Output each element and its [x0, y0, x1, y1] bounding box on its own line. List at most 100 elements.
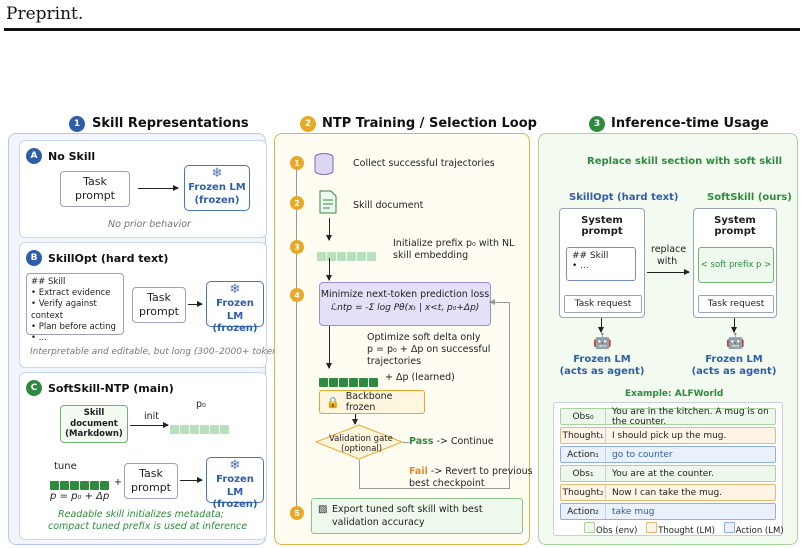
trajectory-panel: Obs₀ You are in the kitchen. A mug is on … [553, 402, 784, 536]
section-b-note: Interpretable and editable, but long (30… [30, 347, 287, 357]
arrow [325, 258, 333, 281]
step-2-text: Skill document [353, 200, 424, 211]
step-3-text-2: skill embedding [393, 250, 469, 261]
section-a-title: No Skill [48, 150, 96, 163]
frozen-lm-label: Frozen LM (acts as agent) [559, 354, 645, 377]
document-icon [319, 190, 337, 214]
database-icon [314, 153, 334, 175]
lock-icon: 🔒 [326, 395, 340, 409]
arrow [351, 414, 359, 425]
frozen-lm-label: Frozen LM (acts as agent) [691, 354, 777, 377]
arrow [325, 326, 333, 369]
arrow [130, 421, 169, 429]
task-request-box: Task request [564, 295, 642, 313]
skill-document-box: Skill document (Markdown) [60, 405, 128, 443]
panel2-title: NTP Training / Selection Loop [322, 116, 537, 131]
section-c-note-2: compact tuned prefix is used at inferenc… [48, 521, 248, 532]
learned-delta-label: + Δp (learned) [385, 372, 455, 383]
tune-label: tune [54, 461, 77, 472]
section-c-title: SoftSkill-NTP (main) [48, 382, 174, 395]
step-1-badge: 1 [290, 156, 304, 170]
save-icon: ▧ [318, 504, 328, 515]
trajectory-row: Thought₂ Now I can take the mug. [560, 484, 776, 501]
p0-label: p₀ [196, 399, 206, 410]
preprint-label: Preprint. [6, 4, 84, 24]
section-b-badge: B [26, 250, 42, 266]
arrow [647, 268, 690, 276]
fail-text: Fail -> Revert to previous [409, 466, 533, 477]
with-label: with [657, 256, 678, 267]
trajectory-legend: Obs (env) Thought (LM) Action (LM) [584, 522, 784, 536]
panel-skill-representations: A No Skill Task prompt ❄ Frozen LM (froze… [8, 133, 286, 545]
snowflake-icon: ❄ [211, 166, 223, 181]
skillopt-column-title: SkillOpt (hard text) [569, 192, 679, 203]
arrow [188, 300, 203, 308]
section-skillopt: B SkillOpt (hard text) ## Skill • Extrac… [19, 242, 286, 368]
opt-text-3: trajectories [367, 356, 422, 367]
step-2-badge: 2 [290, 196, 304, 210]
loop-line [509, 302, 511, 488]
init-label: init [144, 411, 160, 422]
loop-arrowhead [489, 299, 495, 305]
section-a-note: No prior behavior [108, 219, 191, 230]
arrow [325, 218, 333, 241]
panel-inference-usage: Replace skill section with soft skill Sk… [538, 133, 798, 545]
section-softskill-ntp: C SoftSkill-NTP (main) Skill document (Ma… [19, 372, 267, 540]
init-prefix-squares [317, 246, 377, 265]
tuned-prefix-squares [319, 372, 379, 391]
export-box: ▧ Export tuned soft skill with best vali… [311, 498, 523, 534]
gate-label-1: Validation gate [329, 434, 393, 444]
task-prompt-box: Task prompt [124, 463, 178, 499]
robot-icon: 🤖 [593, 332, 612, 350]
fail-line [359, 460, 361, 488]
opt-text-2: p = p₀ + Δp on successful [367, 344, 491, 355]
task-prompt-box: Task prompt [60, 171, 130, 207]
snowflake-icon: ❄ [229, 458, 241, 473]
panel1-title: Skill Representations [92, 116, 249, 131]
panel3-number: 3 [589, 116, 605, 132]
gate-label-2: (optional) [341, 444, 383, 454]
task-prompt-box: Task prompt [132, 287, 186, 323]
hard-skill-text-box: ## Skill • Extract evidence • Verify aga… [26, 273, 124, 343]
section-c-note-1: Readable skill initializes metadata; [58, 509, 224, 520]
arrow [597, 318, 605, 333]
panel3-subtitle: Replace skill section with soft skill [587, 156, 783, 167]
step-3-text-1: Initialize prefix p₀ with NL [393, 238, 515, 249]
pass-text: Pass -> Continue [409, 436, 494, 447]
example-label: Example: ALFWorld [625, 389, 724, 399]
robot-icon: 🤖 [726, 332, 745, 350]
snowflake-icon: ❄ [229, 282, 241, 297]
soft-prefix-block: < soft prefix p > [698, 247, 774, 283]
arrow [180, 476, 203, 484]
trajectory-row: Obs₁ You are at the counter. [560, 465, 776, 482]
opt-text-1: Optimize soft delta only [367, 332, 481, 343]
prefix-equation: p = p₀ + Δp [50, 491, 110, 502]
arrow [730, 318, 738, 333]
arrow [138, 184, 179, 192]
step-5-badge: 5 [290, 506, 304, 520]
trajectory-row: Action₁ go to counter [560, 446, 776, 463]
task-request-box: Task request [698, 295, 774, 313]
section-a-badge: A [26, 148, 42, 164]
section-no-skill: A No Skill Task prompt ❄ Frozen LM (froze… [19, 140, 267, 238]
panel3-title: Inference-time Usage [611, 116, 769, 131]
frozen-lm-box: ❄ Frozen LM (frozen) [206, 457, 264, 510]
panel-ntp-training-loop: 1 2 3 4 5 Collect successful trajectorie… [274, 133, 533, 545]
section-c-badge: C [26, 380, 42, 396]
step-3-badge: 3 [290, 240, 304, 254]
trajectory-row: Action₂ take mug [560, 503, 776, 520]
softskill-column-title: SoftSkill (ours) [707, 192, 792, 203]
replace-label: replace [651, 244, 687, 255]
trajectory-row: Obs₀ You are in the kitchen. A mug is on … [560, 407, 776, 427]
frozen-lm-box: ❄ Frozen LM (frozen) [184, 165, 250, 211]
panel2-number: 2 [300, 116, 316, 132]
step-4-badge: 4 [290, 288, 304, 302]
skillopt-system-prompt: System prompt ## Skill • ... Task request [559, 208, 645, 318]
frozen-lm-box: ❄ Frozen LM (frozen) [206, 281, 264, 334]
step-1-text: Collect successful trajectories [353, 158, 495, 169]
softskill-system-prompt: System prompt < soft prefix p > Task req… [693, 208, 777, 318]
header-rule [4, 28, 800, 31]
init-prefix-squares [170, 419, 230, 438]
panel1-number: 1 [69, 116, 85, 132]
section-b-title: SkillOpt (hard text) [48, 252, 169, 265]
